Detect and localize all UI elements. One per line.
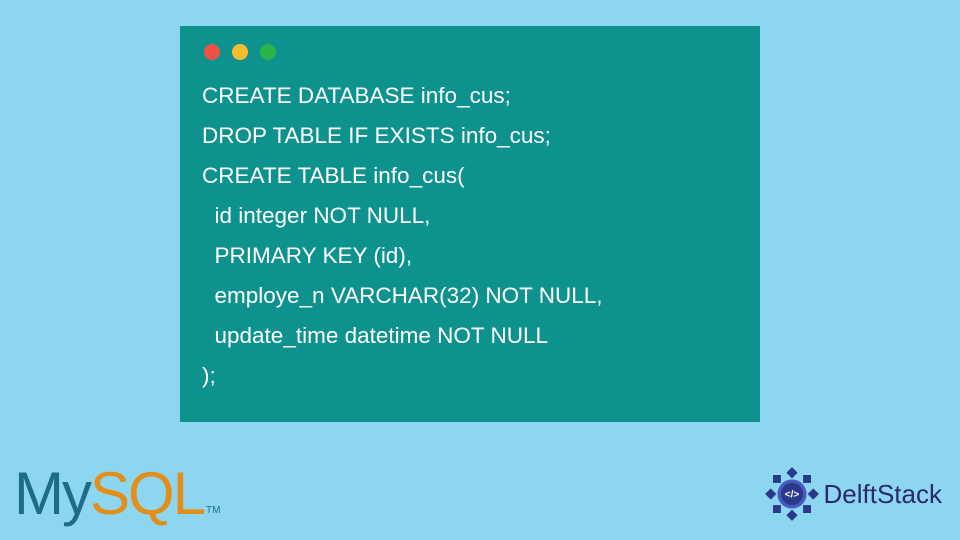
badge-code-text: </> [784, 489, 799, 500]
code-block: CREATE DATABASE info_cus; DROP TABLE IF … [202, 76, 738, 396]
delftstack-text: DelftStack [824, 479, 943, 510]
mysql-my: My [14, 459, 90, 528]
mysql-tm: TM [206, 505, 220, 516]
mysql-logo: MySQLTM [14, 459, 221, 528]
code-window: CREATE DATABASE info_cus; DROP TABLE IF … [180, 26, 760, 422]
maximize-icon [260, 44, 276, 60]
close-icon [204, 44, 220, 60]
window-controls [204, 44, 738, 60]
minimize-icon [232, 44, 248, 60]
delftstack-logo: </> DelftStack [764, 466, 943, 522]
mysql-sql: SQL [90, 459, 204, 528]
delftstack-badge-icon: </> [764, 466, 820, 522]
